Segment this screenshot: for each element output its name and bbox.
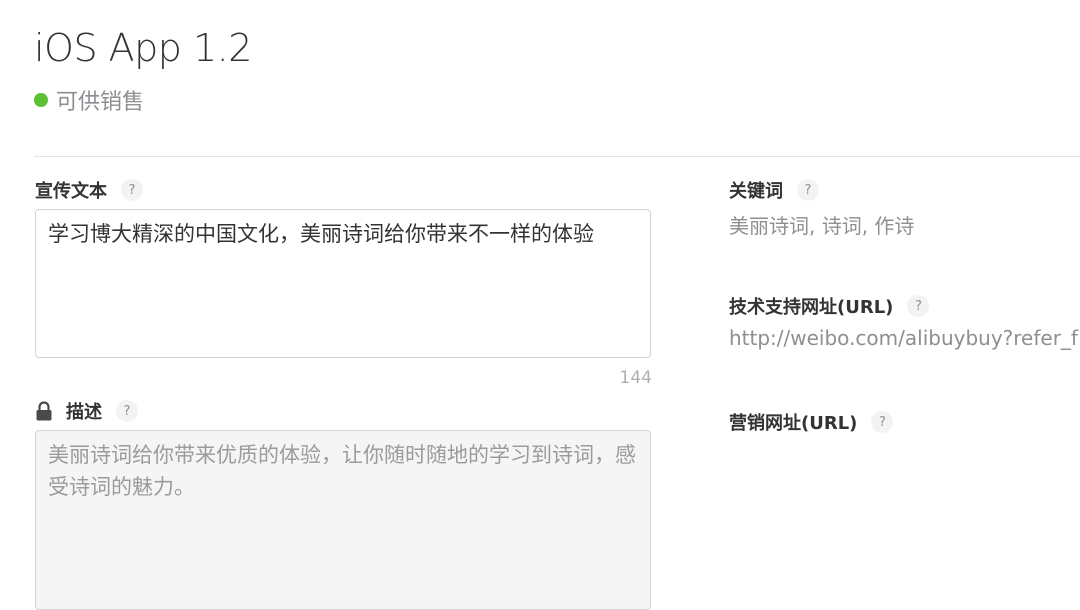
marketing-url-label-row: 营销网址(URL) ? [729, 409, 894, 435]
description-input[interactable]: 美丽诗词给你带来优质的体验，让你随时随地的学习到诗词，感受诗词的魅力。 [35, 430, 651, 610]
support-url-value[interactable]: http://weibo.com/alibuybuy?refer_f [729, 326, 1078, 350]
description-help-icon[interactable]: ? [116, 400, 138, 422]
support-url-help-icon[interactable]: ? [907, 295, 930, 317]
keywords-label-row: 关键词 ? [729, 177, 819, 203]
marketing-url-help-icon[interactable]: ? [871, 411, 894, 433]
description-label-row: 描述 ? [36, 398, 138, 424]
status-dot-icon [34, 93, 48, 107]
description-label: 描述 [66, 402, 102, 423]
promo-text-input[interactable]: 学习博大精深的中国文化，美丽诗词给你带来不一样的体验 [35, 209, 651, 358]
promo-help-icon[interactable]: ? [121, 179, 143, 201]
keywords-label: 关键词 [729, 181, 783, 202]
keywords-help-icon[interactable]: ? [797, 179, 819, 201]
promo-text-label-row: 宣传文本 ? [35, 177, 143, 203]
status-text: 可供销售 [56, 90, 145, 115]
app-status: 可供销售 [34, 84, 144, 116]
support-url-label-row: 技术支持网址(URL) ? [729, 293, 930, 319]
marketing-url-label: 营销网址(URL) [729, 413, 858, 434]
promo-text-label: 宣传文本 [35, 181, 107, 202]
divider [34, 156, 1080, 157]
keywords-value: 美丽诗词, 诗词, 作诗 [729, 214, 915, 238]
lock-icon [36, 401, 52, 421]
promo-char-counter: 144 [619, 368, 652, 388]
support-url-label: 技术支持网址(URL) [729, 297, 894, 318]
app-title: iOS App 1.2 [34, 26, 252, 70]
